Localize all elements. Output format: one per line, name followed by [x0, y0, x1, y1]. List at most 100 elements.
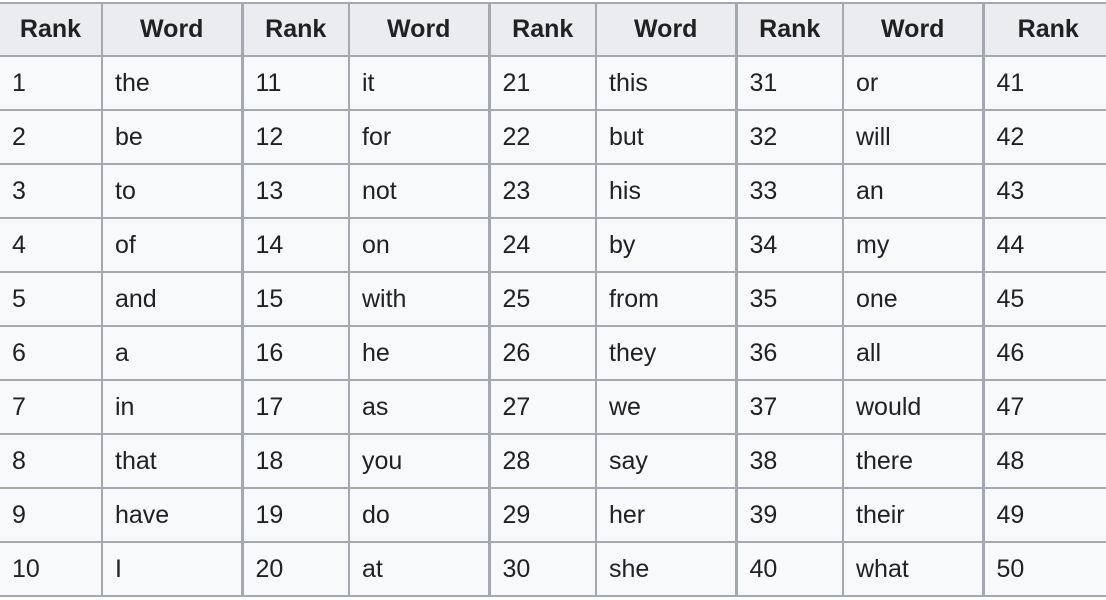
- rank-cell: 2: [0, 109, 103, 165]
- table-row: 6 a 16 he 26 they 36 all 46: [0, 325, 1106, 381]
- word-cell: with: [348, 271, 491, 327]
- rank-cell: 9: [0, 487, 103, 543]
- table-row: 10 I 20 at 30 she 40 what 50: [0, 541, 1106, 597]
- rank-cell: 7: [0, 379, 103, 435]
- column-header-word: Word: [842, 2, 985, 57]
- rank-cell: 33: [735, 163, 844, 219]
- word-cell: he: [348, 325, 491, 381]
- word-cell: say: [595, 433, 738, 489]
- column-header-rank: Rank: [735, 2, 844, 57]
- rank-cell: 11: [241, 55, 350, 111]
- word-cell: have: [101, 487, 244, 543]
- word-cell: there: [842, 433, 985, 489]
- word-cell: do: [348, 487, 491, 543]
- rank-cell: 1: [0, 55, 103, 111]
- rank-cell: 30: [488, 541, 597, 597]
- rank-cell: 20: [241, 541, 350, 597]
- table-body: 1 the 11 it 21 this 31 or 41 2 be 12 for 22 but 32 will 4…: [0, 55, 1106, 597]
- rank-cell: 19: [241, 487, 350, 543]
- rank-cell: 49: [982, 487, 1106, 543]
- rank-cell: 15: [241, 271, 350, 327]
- word-cell: one: [842, 271, 985, 327]
- word-cell: my: [842, 217, 985, 273]
- rank-cell: 37: [735, 379, 844, 435]
- word-cell: they: [595, 325, 738, 381]
- word-cell: and: [101, 271, 244, 327]
- rank-cell: 3: [0, 163, 103, 219]
- rank-cell: 26: [488, 325, 597, 381]
- word-cell: on: [348, 217, 491, 273]
- word-cell: what: [842, 541, 985, 597]
- rank-cell: 40: [735, 541, 844, 597]
- word-cell: their: [842, 487, 985, 543]
- rank-cell: 45: [982, 271, 1106, 327]
- table-row: 3 to 13 not 23 his 33 an 43: [0, 163, 1106, 219]
- table-row: 7 in 17 as 27 we 37 would 47: [0, 379, 1106, 435]
- word-cell: for: [348, 109, 491, 165]
- header-row: Rank Word Rank Word Rank Word Rank Word Rank: [0, 2, 1106, 57]
- word-cell: we: [595, 379, 738, 435]
- rank-cell: 22: [488, 109, 597, 165]
- word-cell: this: [595, 55, 738, 111]
- rank-cell: 43: [982, 163, 1106, 219]
- rank-cell: 27: [488, 379, 597, 435]
- word-cell: that: [101, 433, 244, 489]
- word-frequency-table: Rank Word Rank Word Rank Word Rank Word Rank 1th…: [0, 2, 1106, 597]
- rank-cell: 32: [735, 109, 844, 165]
- rank-cell: 42: [982, 109, 1106, 165]
- rank-cell: 25: [488, 271, 597, 327]
- word-cell: in: [101, 379, 244, 435]
- word-cell: his: [595, 163, 738, 219]
- rank-cell: 8: [0, 433, 103, 489]
- column-header-rank: Rank: [0, 2, 103, 57]
- rank-cell: 4: [0, 217, 103, 273]
- word-cell: or: [842, 55, 985, 111]
- word-cell: would: [842, 379, 985, 435]
- column-header-word: Word: [595, 2, 738, 57]
- word-cell: it: [348, 55, 491, 111]
- word-cell: at: [348, 541, 491, 597]
- rank-cell: 41: [982, 55, 1106, 111]
- word-cell: all: [842, 325, 985, 381]
- word-cell: of: [101, 217, 244, 273]
- word-cell: an: [842, 163, 985, 219]
- rank-cell: 14: [241, 217, 350, 273]
- rank-cell: 39: [735, 487, 844, 543]
- table-row: 8 that 18 you 28 say 38 there 48: [0, 433, 1106, 489]
- table-row: 4 of 14 on 24 by 34 my 44: [0, 217, 1106, 273]
- column-header-word: Word: [348, 2, 491, 57]
- word-cell: her: [595, 487, 738, 543]
- word-cell: she: [595, 541, 738, 597]
- table-row: 5 and 15 with 25 from 35 one 45: [0, 271, 1106, 327]
- table-row: 9 have 19 do 29 her 39 their 49: [0, 487, 1106, 543]
- rank-cell: 13: [241, 163, 350, 219]
- word-cell: be: [101, 109, 244, 165]
- column-header-rank: Rank: [982, 2, 1106, 57]
- word-cell: from: [595, 271, 738, 327]
- word-cell: by: [595, 217, 738, 273]
- rank-cell: 34: [735, 217, 844, 273]
- rank-cell: 17: [241, 379, 350, 435]
- rank-cell: 44: [982, 217, 1106, 273]
- rank-cell: 5: [0, 271, 103, 327]
- rank-cell: 21: [488, 55, 597, 111]
- word-cell: a: [101, 325, 244, 381]
- column-header-rank: Rank: [488, 2, 597, 57]
- word-cell: I: [101, 541, 244, 597]
- word-cell: the: [101, 55, 244, 111]
- rank-cell: 35: [735, 271, 844, 327]
- rank-cell: 10: [0, 541, 103, 597]
- rank-cell: 36: [735, 325, 844, 381]
- rank-cell: 28: [488, 433, 597, 489]
- rank-cell: 23: [488, 163, 597, 219]
- word-cell: will: [842, 109, 985, 165]
- rank-cell: 6: [0, 325, 103, 381]
- rank-cell: 12: [241, 109, 350, 165]
- column-header-word: Word: [101, 2, 244, 57]
- rank-cell: 16: [241, 325, 350, 381]
- word-cell: you: [348, 433, 491, 489]
- rank-cell: 46: [982, 325, 1106, 381]
- rank-cell: 47: [982, 379, 1106, 435]
- rank-cell: 29: [488, 487, 597, 543]
- table-row: 1 the 11 it 21 this 31 or 41: [0, 55, 1106, 111]
